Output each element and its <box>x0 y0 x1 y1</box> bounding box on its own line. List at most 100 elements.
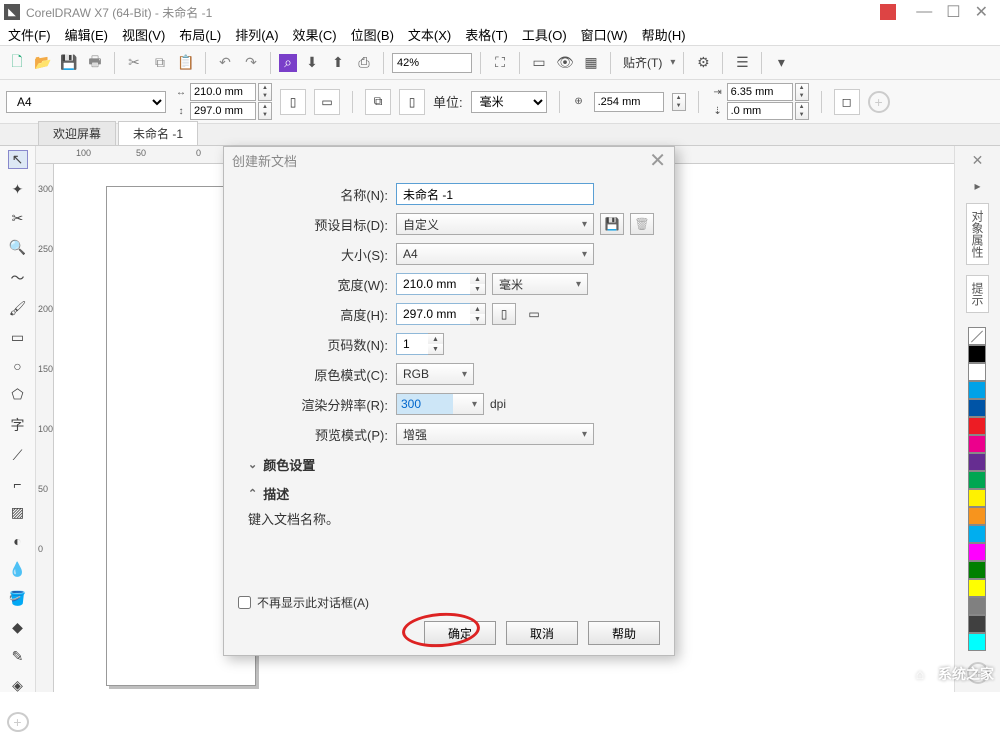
color-swatch[interactable] <box>968 435 986 453</box>
menu-help[interactable]: 帮助(H) <box>642 25 686 44</box>
width-spinner[interactable]: ▲▼ <box>470 273 486 295</box>
quick-customize-button[interactable]: + <box>7 712 29 732</box>
size-select[interactable]: A4▾ <box>396 243 594 265</box>
close-button[interactable]: ✕ <box>975 2 988 22</box>
color-swatch[interactable] <box>968 615 986 633</box>
menu-tools[interactable]: 工具(O) <box>522 25 567 44</box>
pages-input[interactable] <box>396 333 428 355</box>
ellipse-tool-icon[interactable]: ○ <box>8 358 28 374</box>
color-eyedropper-icon[interactable]: 💧 <box>8 561 28 578</box>
show-rulers-icon[interactable]: ▭ <box>528 52 550 74</box>
dont-show-checkbox-input[interactable] <box>238 596 251 609</box>
rectangle-tool-icon[interactable]: ▭ <box>8 329 28 346</box>
color-swatch[interactable] <box>968 345 986 363</box>
dup-y-input[interactable] <box>727 102 793 120</box>
drop-shadow-icon[interactable]: ▨ <box>8 504 28 521</box>
import-icon[interactable]: ⬇ <box>301 52 323 74</box>
cut-icon[interactable]: ✂ <box>123 52 145 74</box>
width-spinner[interactable]: ▲▼ <box>258 83 272 101</box>
publish-pdf-icon[interactable]: ⎙ <box>353 52 375 74</box>
smart-fill-icon[interactable]: ◆ <box>8 619 28 636</box>
landscape-button[interactable]: ▭ <box>314 89 340 115</box>
color-swatch[interactable] <box>968 489 986 507</box>
minimize-button[interactable]: — <box>916 3 932 21</box>
add-preset-button[interactable]: + <box>868 91 890 113</box>
color-settings-section[interactable]: ⌄ 颜色设置 <box>248 455 656 474</box>
color-swatch[interactable] <box>968 471 986 489</box>
dup-x-input[interactable] <box>727 83 793 101</box>
menu-file[interactable]: 文件(F) <box>8 25 51 44</box>
page-width-input[interactable] <box>190 83 256 101</box>
menu-view[interactable]: 视图(V) <box>122 25 165 44</box>
fill-tool-icon[interactable]: ◈ <box>8 677 28 694</box>
cancel-button[interactable]: 取消 <box>506 621 578 645</box>
all-pages-button[interactable]: ⧉ <box>365 89 391 115</box>
no-color-swatch[interactable] <box>968 327 986 345</box>
shape-tool-icon[interactable]: ✦ <box>8 181 28 198</box>
height-spinner[interactable]: ▲▼ <box>258 102 272 120</box>
height-input[interactable] <box>396 303 470 325</box>
landscape-orientation-button[interactable]: ▭ <box>522 303 546 325</box>
crop-tool-icon[interactable]: ✂ <box>8 210 28 227</box>
fullscreen-icon[interactable]: ⛶ <box>489 52 511 74</box>
page-size-select[interactable]: A4 <box>6 91 166 113</box>
menu-layout[interactable]: 布局(L) <box>179 25 221 44</box>
docker-expand-icon[interactable]: ▸ <box>974 179 980 193</box>
tab-doc1[interactable]: 未命名 -1 <box>118 121 198 145</box>
menu-arrange[interactable]: 排列(A) <box>235 25 278 44</box>
height-spinner[interactable]: ▲▼ <box>470 303 486 325</box>
menu-window[interactable]: 窗口(W) <box>581 25 628 44</box>
color-swatch[interactable] <box>968 525 986 543</box>
preview-select[interactable]: 增强▾ <box>396 423 594 445</box>
copy-icon[interactable]: ⧉ <box>149 52 171 74</box>
menu-effects[interactable]: 效果(C) <box>293 25 337 44</box>
color-swatch[interactable] <box>968 381 986 399</box>
save-preset-button[interactable]: 💾 <box>600 213 624 235</box>
menu-table[interactable]: 表格(T) <box>465 25 508 44</box>
polygon-tool-icon[interactable]: ⬠ <box>8 386 28 403</box>
options-icon[interactable]: ⚙ <box>692 52 714 74</box>
zoom-tool-icon[interactable]: 🔍 <box>8 239 28 256</box>
dialog-close-button[interactable]: ✕ <box>649 148 666 173</box>
transparency-tool-icon[interactable]: ◐ <box>8 533 28 549</box>
colormode-select[interactable]: RGB▾ <box>396 363 474 385</box>
color-swatch[interactable] <box>968 543 986 561</box>
color-swatch[interactable] <box>968 633 986 651</box>
color-swatch[interactable] <box>968 363 986 381</box>
user-badge-icon[interactable] <box>880 4 896 20</box>
snap-dropdown-icon[interactable]: ▾ <box>670 57 675 68</box>
nudge-spinner[interactable]: ▲▼ <box>672 93 686 111</box>
color-swatch[interactable] <box>968 399 986 417</box>
current-page-button[interactable]: ▯ <box>399 89 425 115</box>
freehand-tool-icon[interactable]: ～ <box>8 268 28 288</box>
unit-select[interactable]: 毫米 <box>471 91 547 113</box>
open-icon[interactable]: 📂 <box>32 52 54 74</box>
color-swatch[interactable] <box>968 597 986 615</box>
page-height-input[interactable] <box>190 102 256 120</box>
color-swatch[interactable] <box>968 507 986 525</box>
object-properties-tab[interactable]: 对象属性 <box>966 203 989 265</box>
resolution-select[interactable]: ▾ <box>396 393 484 415</box>
dup-x-spinner[interactable]: ▲▼ <box>795 83 809 101</box>
width-input[interactable] <box>396 273 470 295</box>
print-icon[interactable]: 🖶 <box>84 52 106 74</box>
help-button[interactable]: 帮助 <box>588 621 660 645</box>
width-unit-select[interactable]: 毫米▾ <box>492 273 588 295</box>
export-icon[interactable]: ⬆ <box>327 52 349 74</box>
pages-spinner[interactable]: ▲▼ <box>428 333 444 355</box>
layout-toggle-icon[interactable]: ▾ <box>770 52 792 74</box>
menu-bitmap[interactable]: 位图(B) <box>351 25 394 44</box>
show-guides-icon[interactable]: ▦ <box>580 52 602 74</box>
dup-y-spinner[interactable]: ▲▼ <box>795 102 809 120</box>
maximize-button[interactable]: ☐ <box>946 2 960 22</box>
tab-welcome[interactable]: 欢迎屏幕 <box>38 121 116 145</box>
resolution-input[interactable] <box>397 394 453 414</box>
close-docker-icon[interactable]: ✕ <box>972 152 984 169</box>
treat-as-filled-button[interactable]: ◻ <box>834 89 860 115</box>
description-section[interactable]: ⌃ 描述 <box>248 484 656 503</box>
preset-select[interactable]: 自定义▾ <box>396 213 594 235</box>
nudge-input[interactable] <box>594 92 664 112</box>
save-icon[interactable]: 💾 <box>58 52 80 74</box>
delete-preset-button[interactable]: 🗑 <box>630 213 654 235</box>
show-grid-icon[interactable]: 👁 <box>554 52 576 74</box>
